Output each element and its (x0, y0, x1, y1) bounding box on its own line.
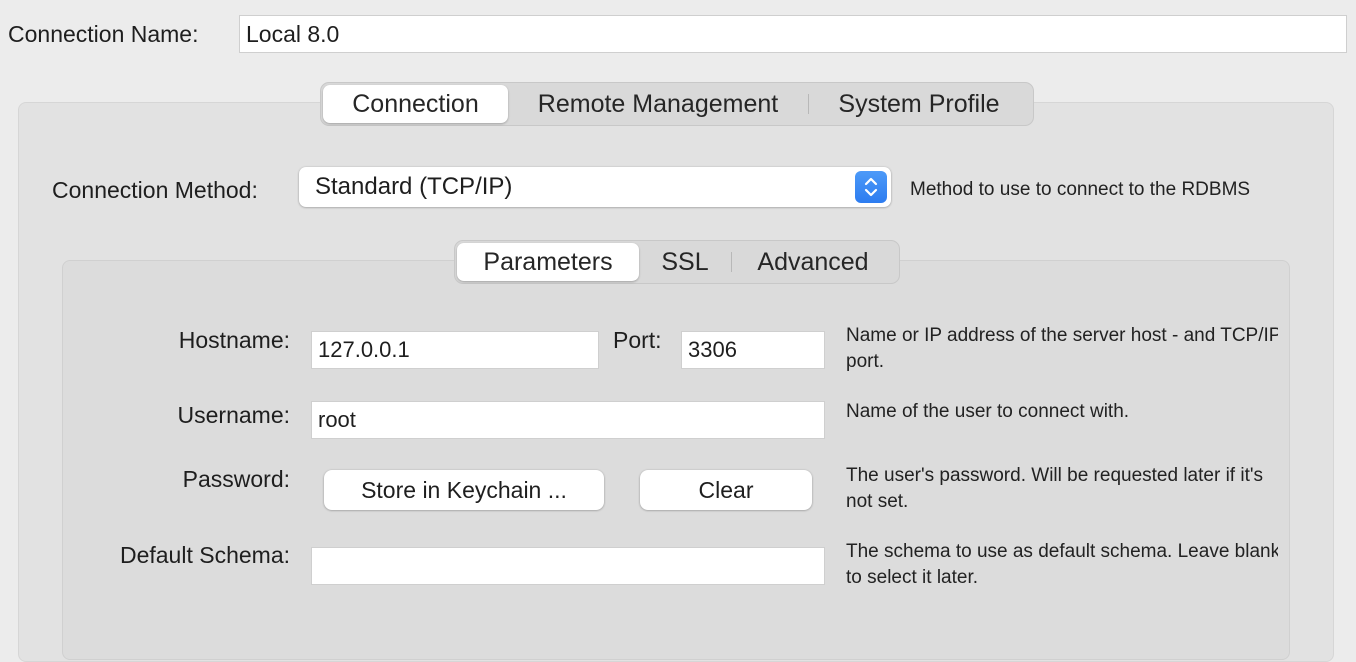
username-help: Name of the user to connect with. (846, 401, 1130, 422)
tab-system-profile[interactable]: System Profile (809, 85, 1029, 123)
clear-password-button[interactable]: Clear (640, 470, 812, 510)
connection-method-select[interactable]: Standard (TCP/IP) (299, 167, 891, 207)
username-input[interactable]: root (311, 401, 825, 439)
password-label: Password: (182, 466, 290, 492)
default-schema-help-line2: to select it later. (846, 567, 979, 588)
default-schema-help-line1: The schema to use as default schema. Lea… (846, 541, 1278, 562)
hostname-help-line1: Name or IP address of the server host - … (846, 325, 1278, 346)
default-schema-help: The schema to use as default schema. Lea… (846, 539, 1278, 591)
connection-name-label: Connection Name: (8, 21, 199, 47)
password-help: The user's password. Will be requested l… (846, 463, 1263, 515)
password-help-line2: not set. (846, 491, 909, 512)
username-label: Username: (177, 402, 290, 428)
port-input[interactable]: 3306 (681, 331, 825, 369)
main-tabs: Connection Remote Management System Prof… (320, 82, 1034, 126)
sub-tabs: Parameters SSL Advanced (454, 240, 900, 284)
port-label: Port: (613, 327, 662, 353)
hostname-help-line2: port. (846, 351, 885, 372)
connection-name-input[interactable]: Local 8.0 (239, 15, 1347, 53)
tab-parameters[interactable]: Parameters (457, 243, 639, 281)
parameters-content: Hostname: 127.0.0.1 Port: 3306 Name or I… (62, 300, 1278, 642)
tab-advanced[interactable]: Advanced (732, 243, 894, 281)
tab-connection[interactable]: Connection (323, 85, 508, 123)
hostname-label: Hostname: (178, 327, 290, 353)
tab-ssl[interactable]: SSL (639, 243, 731, 281)
hostname-input[interactable]: 127.0.0.1 (311, 331, 599, 369)
default-schema-input[interactable] (311, 547, 825, 585)
connection-method-value: Standard (TCP/IP) (315, 173, 513, 200)
password-help-line1: The user's password. Will be requested l… (846, 465, 1263, 486)
default-schema-label: Default Schema: (119, 542, 290, 568)
chevron-updown-icon (855, 171, 887, 203)
hostname-help: Name or IP address of the server host - … (846, 323, 1278, 375)
tab-remote-management[interactable]: Remote Management (508, 85, 808, 123)
connection-method-label: Connection Method: (52, 177, 258, 203)
store-in-keychain-button[interactable]: Store in Keychain ... (324, 470, 604, 510)
connection-method-help: Method to use to connect to the RDBMS (910, 179, 1251, 200)
